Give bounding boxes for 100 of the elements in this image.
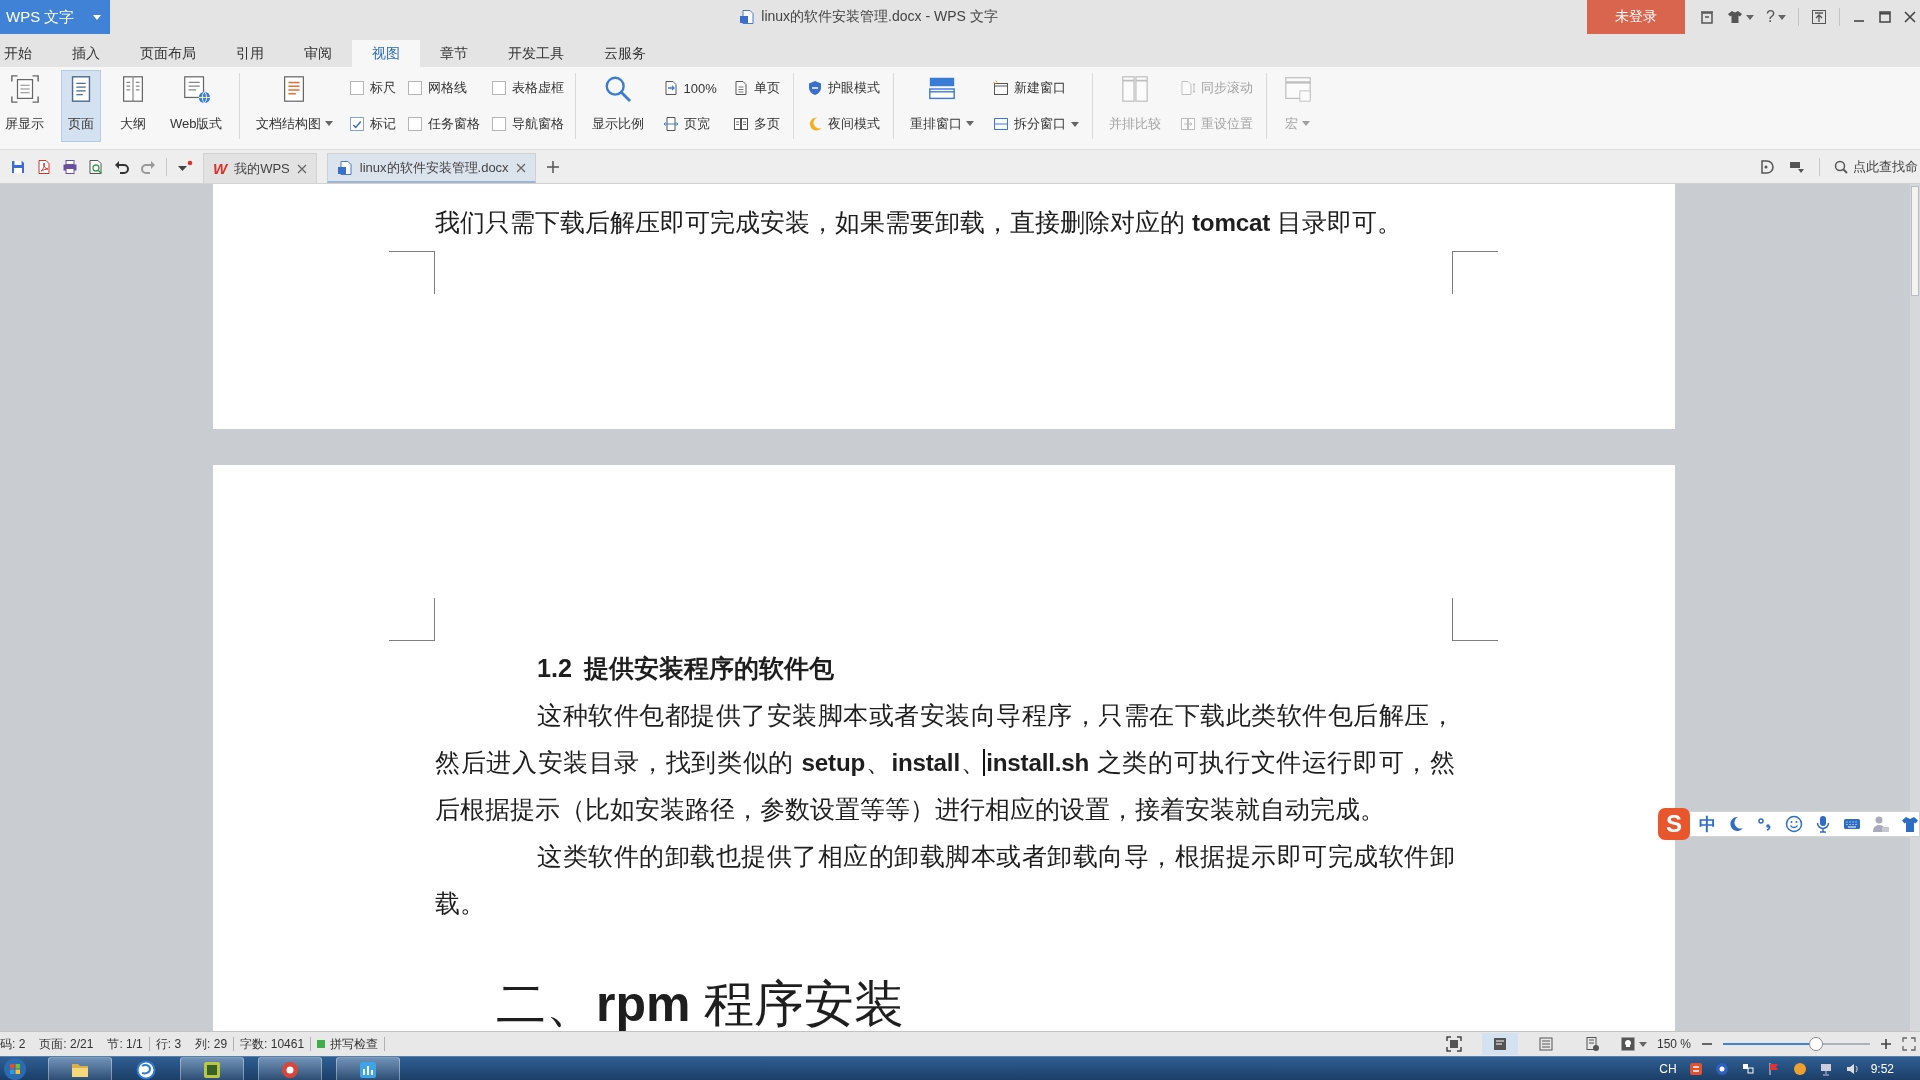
status-text: 行: 3 xyxy=(155,1035,182,1053)
paragraph: 这种软件包都提供了安装脚本或者安装向导程序，只需在下载此类软件包后解压，然后进入安装目录，找到类似的 setup、install、install.sh 之类的可执行文件运行即可，然后根据提示（比如安装路径，参数设置等等）进行相应的设置，接着安装就自动完成。 xyxy=(435,700,1455,825)
checkbox-label: 表格虚框 xyxy=(511,79,564,97)
ime-logo[interactable]: S xyxy=(1658,808,1690,840)
checkbox[interactable] xyxy=(349,117,364,131)
ribbon-button[interactable]: 单页 xyxy=(730,75,782,101)
ribbon-button[interactable]: 夜间模式 xyxy=(804,111,882,137)
save-icon[interactable] xyxy=(10,158,26,175)
taskbar-button[interactable] xyxy=(258,1057,322,1080)
corner-mark xyxy=(389,598,435,641)
ribbon-button[interactable]: 页宽 xyxy=(660,111,719,137)
plus-icon[interactable] xyxy=(545,159,560,174)
microphone-icon[interactable] xyxy=(1814,815,1832,833)
lightbulb-icon[interactable] xyxy=(1619,1036,1636,1052)
page-arrow-icon xyxy=(662,80,679,96)
page-scroll-icon xyxy=(1179,80,1196,96)
two-pages-icon xyxy=(732,116,749,132)
ribbon-button[interactable]: 文档结构图 xyxy=(250,70,338,142)
box-icon[interactable] xyxy=(1699,9,1716,25)
command-search-field[interactable]: 点此查找命 xyxy=(1834,157,1920,176)
maximize-icon[interactable] xyxy=(1878,10,1892,24)
flag-icon[interactable] xyxy=(1766,1061,1781,1076)
ribbon-button[interactable]: 拆分窗口 xyxy=(990,111,1081,137)
checkbox-label: 标记 xyxy=(369,115,396,133)
checkbox[interactable] xyxy=(407,117,422,131)
ribbon-button[interactable]: 新建窗口 xyxy=(990,75,1081,101)
ribbon-button[interactable]: 屏显示 xyxy=(0,70,49,142)
menu-tab[interactable]: 章节 xyxy=(420,40,488,67)
moon-icon[interactable] xyxy=(1727,815,1745,833)
scrollbar-thumb[interactable] xyxy=(1911,186,1919,296)
menu-tab[interactable]: 审阅 xyxy=(284,40,352,67)
zoom-slider[interactable] xyxy=(1723,1036,1870,1052)
monitor-icon[interactable] xyxy=(1818,1061,1833,1076)
indicator-icon xyxy=(317,1040,326,1048)
input-mode-toggle[interactable]: 中 xyxy=(1699,812,1716,836)
upload-icon[interactable] xyxy=(1811,9,1827,25)
ribbon-button[interactable]: 多页 xyxy=(730,111,782,137)
check-icon xyxy=(351,119,362,129)
menu-tab[interactable]: 开始 xyxy=(0,40,52,67)
taskbar-button[interactable] xyxy=(336,1057,400,1080)
document-tab[interactable]: linux的软件安装管理.docx xyxy=(326,153,536,183)
paragraph: 这类软件的卸载也提供了相应的卸载脚本或者卸载向导，根据提示即可完成软件卸载。 xyxy=(435,841,1455,919)
shirt-icon[interactable] xyxy=(1901,815,1919,833)
checkbox[interactable] xyxy=(491,117,506,131)
language-indicator[interactable]: CH xyxy=(1659,1061,1677,1076)
ribbon-button[interactable]: 重排窗口 xyxy=(904,70,979,142)
pdf-icon[interactable] xyxy=(36,158,52,175)
menu-tab[interactable]: 开发工具 xyxy=(488,40,584,67)
menu-tab[interactable]: 引用 xyxy=(216,40,284,67)
menu-tab[interactable]: 云服务 xyxy=(584,40,666,67)
ribbon-button[interactable]: 大纲 xyxy=(113,70,153,142)
split-window-icon xyxy=(992,116,1009,132)
close-icon[interactable] xyxy=(296,163,307,174)
taskbar-button[interactable] xyxy=(180,1057,244,1080)
view-button[interactable] xyxy=(1481,1033,1518,1055)
smiley-icon[interactable] xyxy=(1785,815,1803,833)
help-button[interactable]: ? xyxy=(1766,8,1786,26)
taskbar-button[interactable] xyxy=(48,1057,112,1080)
shirt-icon[interactable] xyxy=(1727,9,1744,25)
tile-icon[interactable] xyxy=(1688,1061,1703,1076)
menu-tab[interactable]: 插入 xyxy=(52,40,120,67)
spell-check-button[interactable]: 拼写检查 xyxy=(317,1035,385,1053)
close-icon[interactable] xyxy=(1904,11,1916,23)
checkbox[interactable] xyxy=(407,81,422,95)
body-text: 我们只需下载后解压即可完成安装，如果需要卸载，直接删除对应的 tomcat 目录即可。 xyxy=(435,207,1404,238)
circle-icon[interactable] xyxy=(1792,1061,1807,1076)
clock: 9:52 xyxy=(1870,1061,1894,1076)
print-preview-icon[interactable] xyxy=(88,158,104,175)
login-button[interactable]: 未登录 xyxy=(1587,0,1686,34)
two-pages-arrow-icon xyxy=(1179,116,1196,132)
zoom-in-icon[interactable] xyxy=(1880,1038,1892,1050)
fit-window-icon[interactable] xyxy=(1902,1037,1916,1051)
web-view-icon xyxy=(1583,1036,1600,1052)
speaker-icon[interactable] xyxy=(1844,1061,1859,1076)
menu-tab[interactable]: 视图 xyxy=(352,40,420,67)
print-icon[interactable] xyxy=(62,158,78,175)
single-page-icon xyxy=(732,80,749,96)
menu-tab[interactable]: 页面布局 xyxy=(120,40,216,67)
bar-chart-icon xyxy=(358,1060,378,1080)
ribbon-button[interactable]: 显示比例 xyxy=(586,70,649,142)
app-menu-button[interactable]: WPS 文字 xyxy=(0,0,110,34)
fullscreen-icon xyxy=(9,73,40,104)
close-icon[interactable] xyxy=(515,162,526,173)
checkbox[interactable] xyxy=(491,81,506,95)
checkbox[interactable] xyxy=(349,81,364,95)
ribbon-button[interactable]: 100% xyxy=(660,75,719,101)
document-tab[interactable]: W 我的WPS xyxy=(203,153,317,183)
square-tile-icon xyxy=(202,1060,222,1080)
slider-thumb[interactable] xyxy=(1808,1037,1823,1051)
start-icon[interactable] xyxy=(4,1058,26,1080)
document-icon xyxy=(336,159,353,176)
checkbox-label: 导航窗格 xyxy=(511,115,564,133)
caret-icon xyxy=(1746,14,1755,20)
ribbon-button[interactable]: Web版式 xyxy=(165,70,228,142)
disc-icon[interactable] xyxy=(1714,1061,1729,1076)
checkbox-label: 任务窗格 xyxy=(427,115,480,133)
squares-icon[interactable] xyxy=(1740,1061,1755,1076)
side-by-side-icon xyxy=(1119,73,1150,104)
ribbon-button[interactable]: 护眼模式 xyxy=(804,75,882,101)
ribbon-button[interactable]: 页面 xyxy=(61,70,101,142)
